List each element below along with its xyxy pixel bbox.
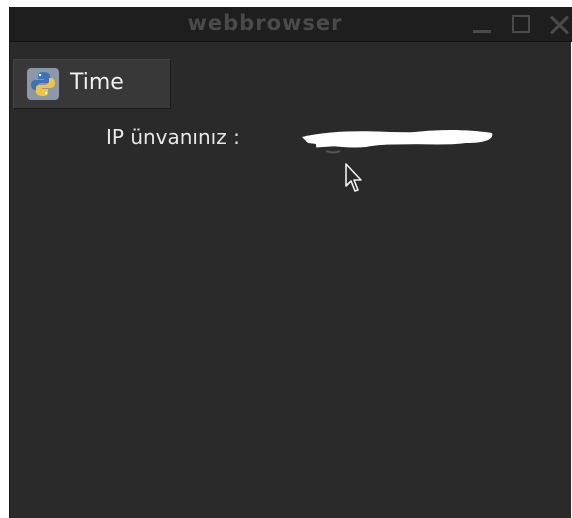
mouse-pointer-icon	[345, 163, 362, 192]
close-button[interactable]	[548, 13, 570, 35]
time-button-label: Time	[70, 70, 124, 95]
python-icon	[27, 68, 59, 100]
time-button[interactable]: Time	[13, 59, 171, 109]
maximize-button[interactable]	[510, 13, 532, 35]
ip-label: IP ünvanınız :	[106, 125, 240, 149]
application-window: webbrowser Time IP ünvanınız :	[9, 7, 572, 518]
title-bar[interactable]: webbrowser	[10, 7, 572, 42]
redacted-ip-value	[302, 130, 493, 154]
window-title: webbrowser	[187, 11, 343, 35]
minimize-button[interactable]	[471, 13, 493, 35]
